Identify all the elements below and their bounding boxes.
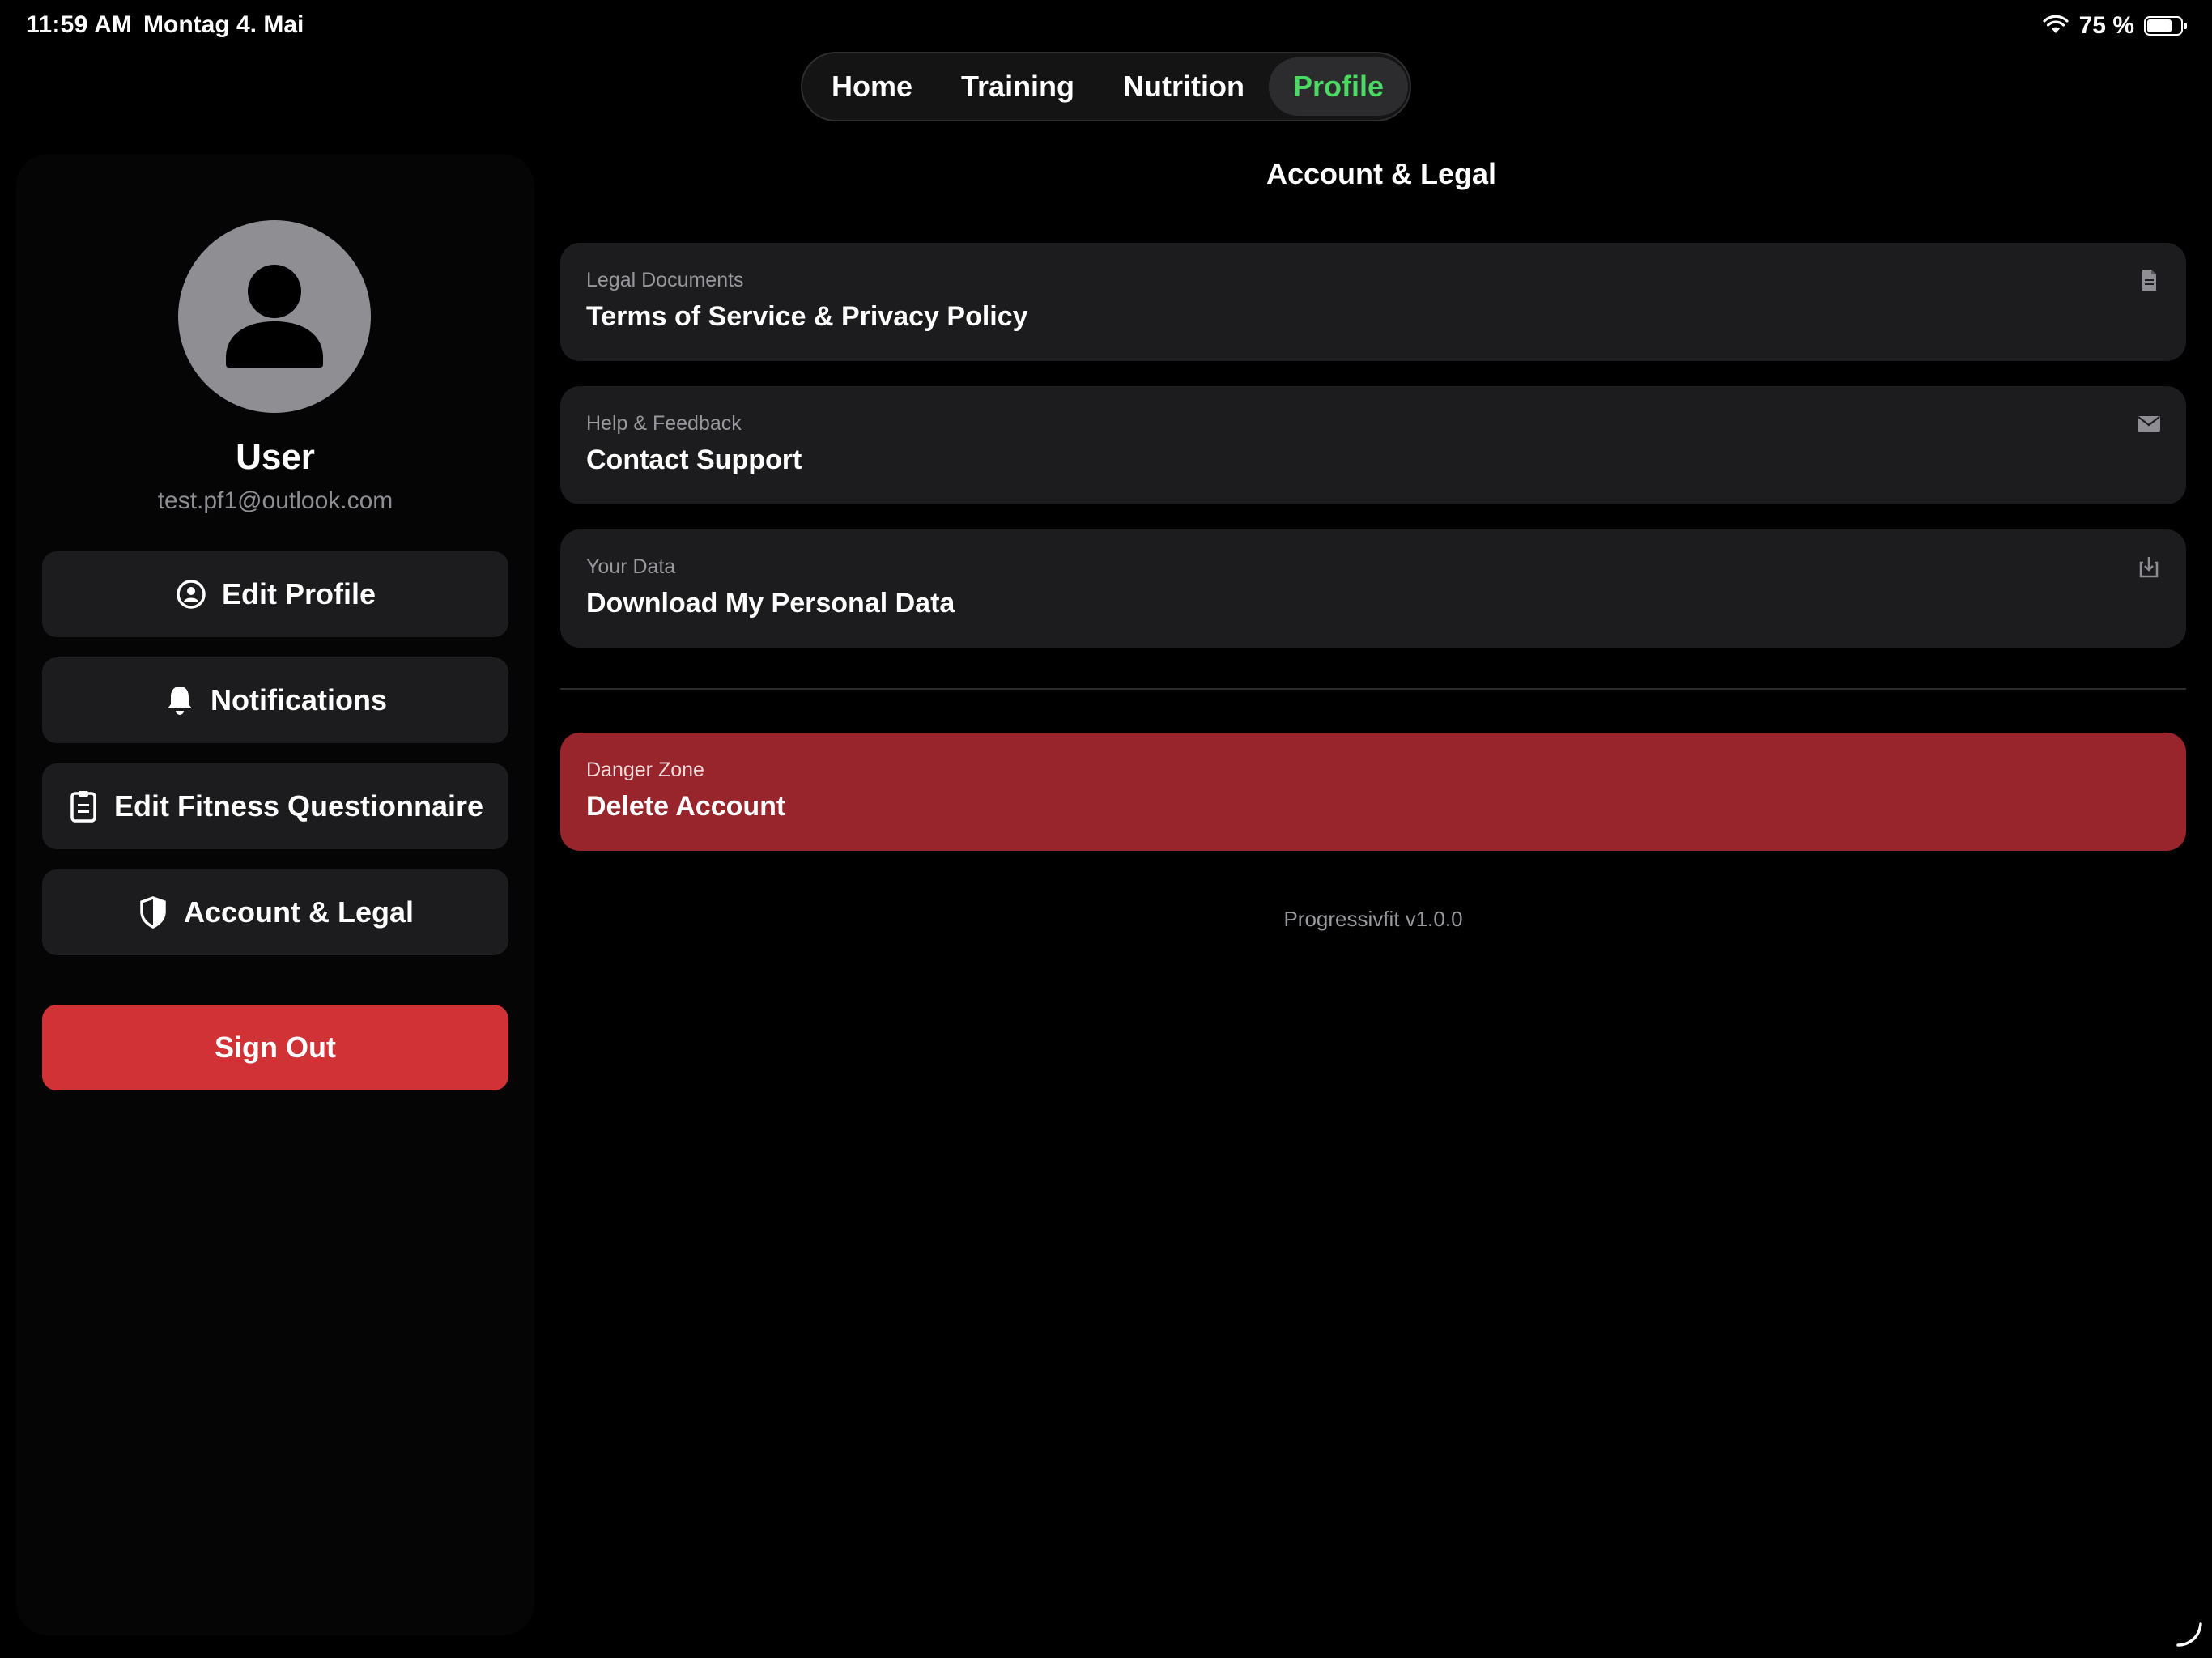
download-icon [2136,554,2162,580]
card-label: Contact Support [586,444,802,475]
card-label: Terms of Service & Privacy Policy [586,301,1028,332]
bell-icon [164,684,196,716]
app-version: Progressivfit v1.0.0 [1283,907,1463,931]
wifi-icon [2042,14,2069,39]
sign-out-button[interactable]: Sign Out [42,1005,508,1090]
tab-nutrition[interactable]: Nutrition [1099,57,1269,116]
person-circle-icon [175,578,207,610]
danger-zone-kicker: Danger Zone [586,759,704,781]
contact-support-card[interactable]: Help & Feedback Contact Support [560,386,2186,504]
envelope-icon [2136,410,2162,436]
account-legal-label: Account & Legal [183,895,415,929]
tab-home[interactable]: Home [807,57,937,116]
delete-account-card[interactable]: Danger Zone Delete Account [560,733,2186,851]
battery-icon [2144,16,2187,36]
divider [560,688,2186,690]
tab-training[interactable]: Training [937,57,1099,116]
card-kicker: Legal Documents [586,269,744,291]
resize-handle-icon[interactable] [2175,1619,2204,1648]
notifications-label: Notifications [210,683,387,716]
card-kicker: Help & Feedback [586,412,742,435]
card-kicker: Your Data [586,555,676,578]
download-data-card[interactable]: Your Data Download My Personal Data [560,529,2186,648]
terms-privacy-card[interactable]: Legal Documents Terms of Service & Priva… [560,243,2186,361]
edit-profile-label: Edit Profile [221,577,376,610]
shield-icon [137,896,169,929]
user-email: test.pf1@outlook.com [157,487,393,514]
page-title: Account & Legal [1266,157,1497,190]
status-date: Montag 4. Mai [143,11,304,38]
notifications-button[interactable]: Notifications [42,657,508,743]
delete-account-label: Delete Account [586,791,786,822]
profile-sidebar: User test.pf1@outlook.com Edit Profile N… [16,154,534,1635]
card-label: Download My Personal Data [586,588,955,619]
top-tab-bar: Home Training Nutrition Profile [801,52,1411,121]
user-name: User [236,437,315,477]
tab-profile[interactable]: Profile [1269,57,1409,116]
document-icon [2136,267,2162,293]
clipboard-icon [67,790,100,823]
battery-level [2147,19,2172,32]
edit-profile-button[interactable]: Edit Profile [42,551,508,637]
battery-percent: 75 % [2078,12,2134,39]
status-indicators: 75 % [2042,11,2187,40]
status-time: 11:59 AM [26,11,133,38]
edit-fitness-questionnaire-button[interactable]: Edit Fitness Questionnaire [42,763,508,849]
avatar [178,220,371,413]
account-legal-button[interactable]: Account & Legal [42,869,508,955]
person-icon [226,265,323,368]
edit-fitness-questionnaire-label: Edit Fitness Questionnaire [113,789,484,823]
